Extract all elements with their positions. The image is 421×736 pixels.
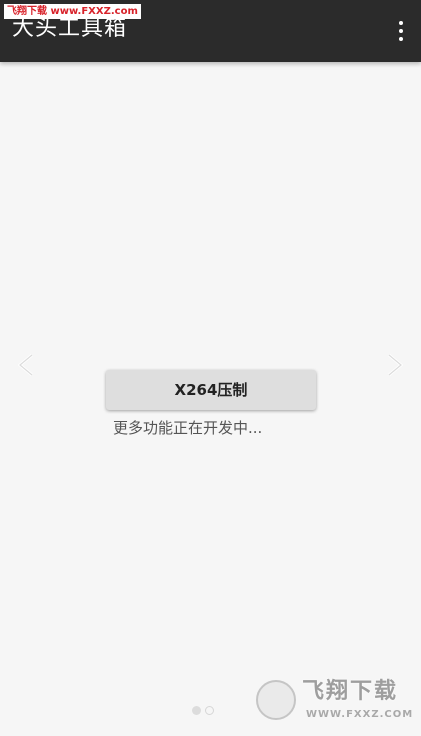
watermark-logo: 飞翔下载 WWW.FXXZ.COM <box>254 678 412 726</box>
x264-compress-button[interactable]: X264压制 <box>106 370 316 410</box>
watermark-brand: 飞翔下载 <box>302 679 399 704</box>
page-indicator <box>192 706 214 715</box>
chevron-left-icon[interactable] <box>14 352 40 378</box>
page-dot-active[interactable] <box>192 706 201 715</box>
watermark-url: WWW.FXXZ.COM <box>306 709 414 720</box>
page-dot-inactive[interactable] <box>205 706 214 715</box>
more-features-text: 更多功能正在开发中... <box>113 419 263 437</box>
more-vert-icon[interactable] <box>387 16 415 46</box>
menu-dot <box>399 21 403 25</box>
app-screen: 大头工具箱 飞翔下载 www.FXXZ.com X264压制 更多功能正在开发中… <box>0 0 421 736</box>
watermark-top-left: 飞翔下载 www.FXXZ.com <box>4 4 141 19</box>
menu-dot <box>399 29 403 33</box>
chevron-right-icon[interactable] <box>381 352 407 378</box>
watermark-logo-icon <box>256 680 296 720</box>
menu-dot <box>399 37 403 41</box>
